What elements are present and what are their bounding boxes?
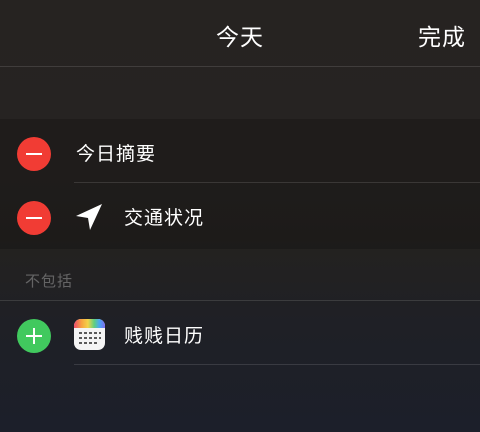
calendar-app-icon bbox=[74, 319, 105, 350]
section-header-excluded: 不包括 bbox=[25, 272, 74, 290]
remove-button[interactable] bbox=[17, 201, 51, 235]
navigation-bar: 今天 完成 bbox=[0, 0, 480, 67]
included-widgets-list: 今日摘要 交通状况 bbox=[0, 119, 480, 249]
widget-row-calendar: 贱贱日历 bbox=[0, 301, 480, 365]
done-button[interactable]: 完成 bbox=[418, 18, 466, 52]
minus-icon bbox=[26, 217, 42, 219]
minus-icon bbox=[26, 153, 42, 155]
widget-row-today-summary: 今日摘要 bbox=[0, 119, 480, 183]
add-button[interactable] bbox=[17, 319, 51, 353]
remove-button[interactable] bbox=[17, 137, 51, 171]
widget-label: 贱贱日历 bbox=[124, 325, 205, 347]
page-title: 今天 bbox=[216, 25, 264, 51]
calendar-grid-icon bbox=[79, 332, 101, 344]
location-arrow-icon bbox=[76, 204, 102, 230]
widget-label: 交通状况 bbox=[124, 207, 205, 229]
row-divider bbox=[74, 364, 480, 365]
plus-icon-vertical bbox=[33, 328, 35, 344]
widget-row-traffic: 交通状况 bbox=[0, 183, 480, 247]
widget-label: 今日摘要 bbox=[76, 143, 157, 165]
